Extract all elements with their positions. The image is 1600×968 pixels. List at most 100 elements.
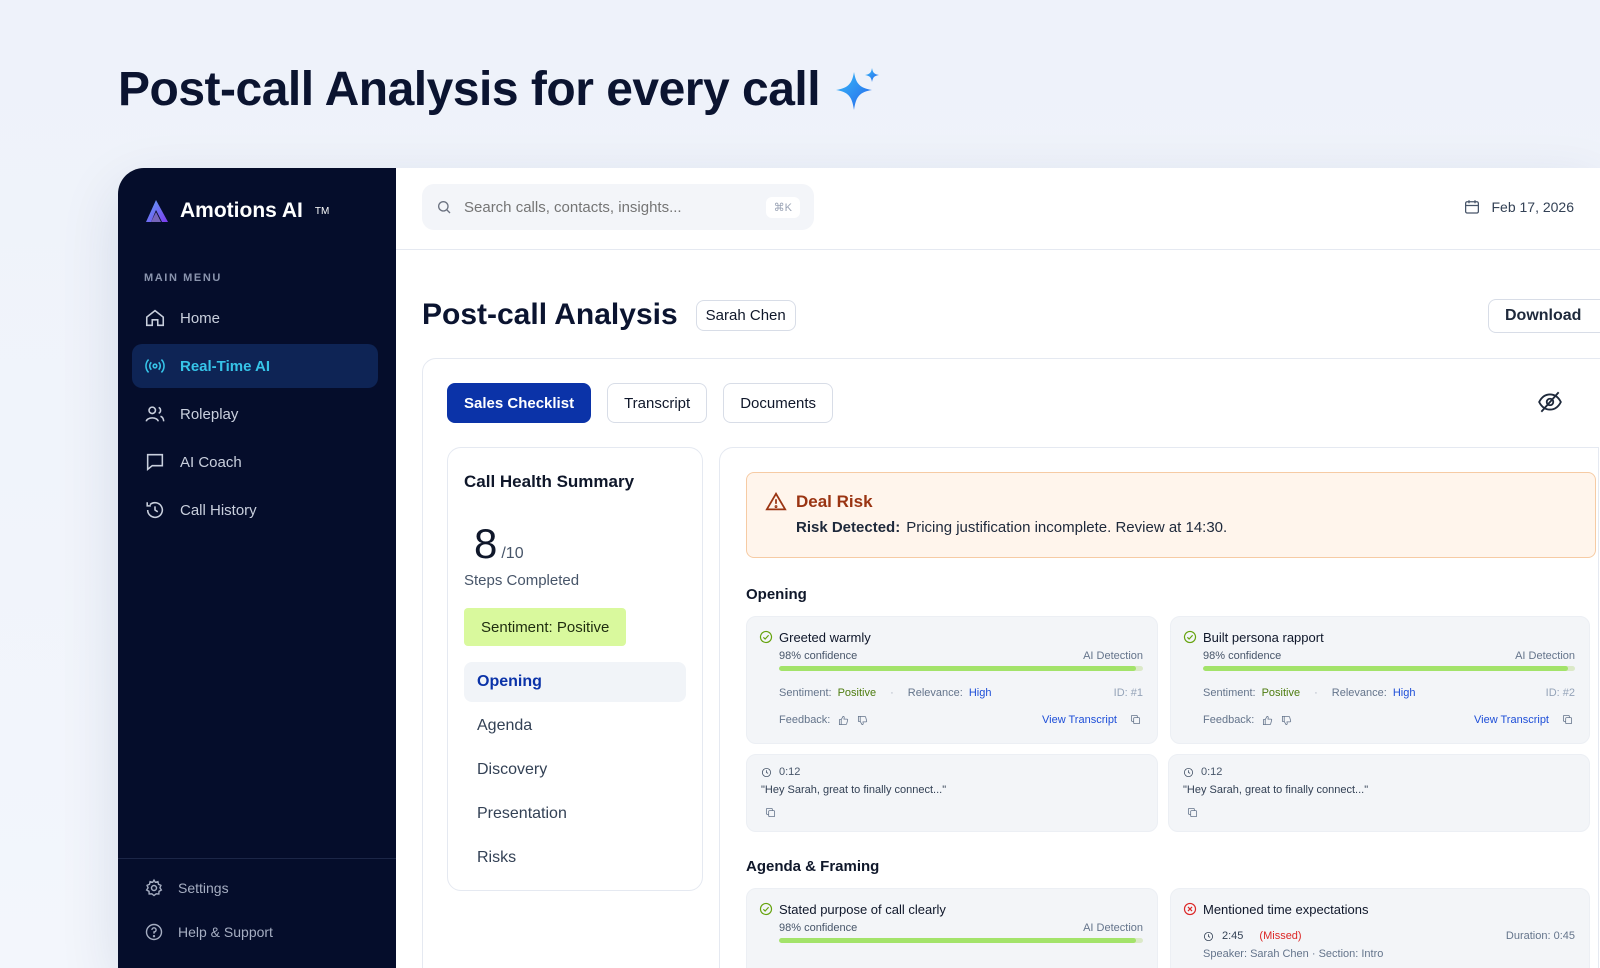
checklist-card: Greeted warmly 98% confidence AI Detecti…	[746, 616, 1158, 744]
thumbs-down-icon[interactable]	[1281, 715, 1292, 726]
confidence-bar-fill	[779, 938, 1136, 943]
card-meta: Sentiment: Positive · Relevance: High	[1203, 687, 1415, 699]
confidence-bar	[1203, 666, 1575, 671]
sentiment-value: Positive	[837, 687, 877, 699]
search-shortcut: ⌘K	[765, 196, 800, 218]
history-icon	[146, 501, 164, 519]
thumbs-up-icon[interactable]	[1262, 715, 1273, 726]
home-icon	[145, 309, 165, 327]
users-icon	[145, 406, 165, 422]
sidebar-item-settings[interactable]: Settings	[132, 868, 378, 908]
sidebar-item-real-time-ai[interactable]: Real-Time AI	[132, 344, 378, 388]
risk-label: Risk Detected:	[796, 519, 901, 536]
page-header: Post-call Analysis Sarah Chen	[422, 298, 796, 332]
missed-time-row: 2:45 (Missed)	[1203, 930, 1302, 942]
clock-icon	[1203, 931, 1214, 941]
view-transcript-link[interactable]: View Transcript	[1474, 714, 1549, 726]
search-icon	[438, 201, 451, 214]
missed-status: (Missed)	[1259, 930, 1302, 942]
transcript-snippet[interactable]: 0:12 "Hey Sarah, great to finally connec…	[1168, 754, 1590, 832]
confidence-bar-fill	[1203, 666, 1568, 671]
topbar: ⌘K Feb 17, 2026	[396, 168, 1600, 250]
brand[interactable]: Amotions AI TM	[144, 198, 329, 224]
sidebar-item-label: Roleplay	[180, 405, 239, 423]
hero-heading: Post-call Analysis for every call	[118, 62, 882, 117]
meta-separator: ·	[1314, 687, 1318, 699]
feedback-row: Feedback:	[779, 714, 868, 726]
tab-sales-checklist[interactable]: Sales Checklist	[447, 383, 592, 423]
logo-icon	[146, 200, 168, 222]
sentiment-badge: Sentiment: Positive	[464, 608, 627, 646]
group-title-opening: Opening	[746, 586, 807, 603]
card-title: Greeted warmly	[779, 630, 871, 645]
date-display[interactable]: Feb 17, 2026	[1463, 198, 1574, 216]
copy-icon[interactable]	[1187, 807, 1198, 818]
score-total: /10	[501, 545, 524, 562]
sidebar-item-roleplay[interactable]: Roleplay	[132, 392, 378, 436]
copy-icon[interactable]	[765, 807, 776, 818]
sidebar: Amotions AI TM MAIN MENU Home Real-Time A…	[118, 168, 396, 968]
risk-title: Deal Risk	[796, 492, 873, 511]
transcript-snippet[interactable]: 0:12 "Hey Sarah, great to finally connec…	[746, 754, 1158, 832]
copy-icon[interactable]	[1130, 714, 1141, 725]
card-title: Built persona rapport	[1203, 630, 1324, 645]
confidence-label: 98% confidence	[1203, 650, 1282, 662]
tab-bar: Sales Checklist Transcript Documents	[447, 383, 834, 423]
missed-time-value: 2:45	[1222, 930, 1244, 942]
card-meta: Sentiment: Positive · Relevance: High	[779, 687, 991, 699]
search-box[interactable]: ⌘K	[422, 184, 814, 230]
thumbs-down-icon[interactable]	[857, 715, 868, 726]
section-item-risks[interactable]: Risks	[464, 838, 686, 878]
card-id: ID: #2	[1545, 687, 1575, 699]
gear-icon	[145, 878, 163, 897]
risk-text: Pricing justification incomplete. Review…	[906, 519, 1228, 536]
copy-icon[interactable]	[1562, 714, 1573, 725]
sidebar-item-home[interactable]: Home	[132, 296, 378, 340]
check-circle-icon	[759, 630, 773, 644]
group-title-agenda: Agenda & Framing	[746, 858, 880, 875]
ai-detection-label: AI Detection	[1083, 922, 1143, 934]
thumbs-up-icon[interactable]	[838, 715, 849, 726]
main-menu-label: MAIN MENU	[144, 272, 222, 284]
download-button[interactable]: Download	[1488, 299, 1600, 333]
check-circle-icon	[1183, 630, 1197, 644]
eye-off-icon[interactable]	[1537, 389, 1563, 415]
relevance-label: Relevance:	[907, 687, 963, 699]
confidence-label: 98% confidence	[779, 922, 858, 934]
section-item-discovery[interactable]: Discovery	[464, 750, 686, 790]
feedback-row: Feedback:	[1203, 714, 1292, 726]
tab-transcript[interactable]: Transcript	[607, 383, 708, 423]
search-input[interactable]	[464, 198, 754, 216]
card-title: Stated purpose of call clearly	[779, 902, 946, 917]
contact-tag[interactable]: Sarah Chen	[695, 299, 796, 331]
confidence-bar-fill	[779, 666, 1136, 671]
feedback-label: Feedback:	[1203, 714, 1255, 726]
score: 8 /10	[474, 520, 524, 568]
checklist-card: Built persona rapport 98% confidence AI …	[1170, 616, 1590, 744]
confidence-label: 98% confidence	[779, 650, 858, 662]
view-transcript-link[interactable]: View Transcript	[1042, 714, 1117, 726]
confidence-bar	[779, 666, 1143, 671]
page-title: Post-call Analysis	[422, 298, 678, 331]
sidebar-item-call-history[interactable]: Call History	[132, 488, 378, 532]
relevance-value: High	[1392, 687, 1416, 699]
broadcast-icon	[145, 359, 165, 373]
speaker-label: Speaker: Sarah Chen · Section: Intro	[1203, 948, 1384, 960]
section-item-opening[interactable]: Opening	[464, 662, 686, 702]
risk-line: Risk Detected: Pricing justification inco…	[796, 519, 1227, 536]
snippet-text: "Hey Sarah, great to finally connect..."	[761, 784, 947, 796]
analysis-panel: Sales Checklist Transcript Documents Cal…	[422, 358, 1600, 968]
section-item-agenda[interactable]: Agenda	[464, 706, 686, 746]
tab-documents[interactable]: Documents	[723, 383, 834, 423]
ai-detection-label: AI Detection	[1083, 650, 1143, 662]
sidebar-item-ai-coach[interactable]: AI Coach	[132, 440, 378, 484]
sidebar-item-help[interactable]: Help & Support	[132, 912, 378, 952]
card-id: ID: #1	[1113, 687, 1143, 699]
snippet-time-value: 0:12	[779, 766, 801, 778]
sidebar-divider	[118, 858, 396, 859]
section-item-presentation[interactable]: Presentation	[464, 794, 686, 834]
clock-icon	[761, 767, 772, 777]
calendar-icon	[1465, 200, 1480, 214]
sparkle-icon	[836, 67, 880, 110]
relevance-label: Relevance:	[1331, 687, 1387, 699]
